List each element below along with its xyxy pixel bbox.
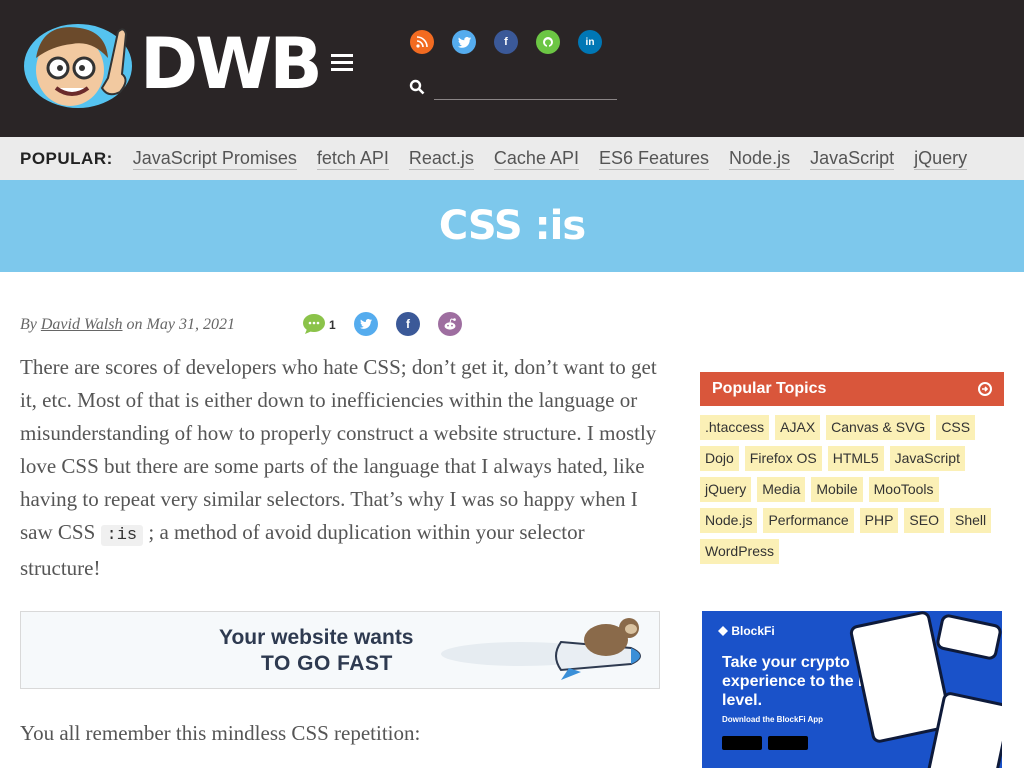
blockfi-subline: Download the BlockFi App [722,715,824,724]
share-reddit-icon[interactable] [438,312,462,336]
site-header: DWB f in [0,0,1024,137]
rss-icon[interactable] [410,30,434,54]
popular-link-javascript-promises[interactable]: JavaScript Promises [132,147,297,170]
byline-by: By [20,316,37,333]
byline: By David Walsh on May 31, 2021 [20,316,235,334]
popular-link-reactjs[interactable]: React.js [408,147,474,170]
search-input[interactable] [434,76,617,100]
tag-jquery[interactable]: jQuery [700,477,752,502]
popular-link-cache-api[interactable]: Cache API [493,147,579,170]
tag-php[interactable]: PHP [859,508,899,533]
publish-date: on May 31, 2021 [126,316,235,333]
search-icon[interactable] [409,79,425,95]
share-twitter-icon[interactable] [354,312,378,336]
popular-link-javascript[interactable]: JavaScript [810,147,895,170]
blockfi-ad[interactable]: BlockFi Take your crypto experience to t… [702,611,1002,768]
blockfi-logo-icon [718,626,728,636]
tag-media[interactable]: Media [757,477,806,502]
tag-dojo[interactable]: Dojo [700,446,739,471]
popular-link-jquery[interactable]: jQuery [914,147,968,170]
tag-mobile[interactable]: Mobile [811,477,863,502]
sloth-rocket-icon [441,618,641,680]
popular-link-fetch-api[interactable]: fetch API [316,147,389,170]
tag-nodejs[interactable]: Node.js [700,508,758,533]
page-title: CSS :is [438,203,586,249]
tag-shell[interactable]: Shell [950,508,992,533]
linkedin-icon[interactable]: in [578,30,602,54]
tag-mootools[interactable]: MooTools [868,477,939,502]
share-facebook-icon[interactable]: f [396,312,420,336]
tag-canvas-svg[interactable]: Canvas & SVG [826,415,931,440]
logo-mascot-icon[interactable] [22,18,134,110]
popular-topics-header[interactable]: Popular Topics [700,372,1004,406]
inline-code: :is [100,525,144,546]
app-store-badge-icon[interactable] [722,736,762,750]
tag-javascript[interactable]: JavaScript [889,446,965,471]
facebook-icon[interactable]: f [494,30,518,54]
site-logo[interactable]: DWB [140,24,323,104]
hamburger-menu-icon[interactable] [331,54,353,72]
google-play-badge-icon[interactable] [768,736,808,750]
ad-headline: Your website wants [219,626,414,649]
popular-link-es6-features[interactable]: ES6 Features [598,147,710,170]
article-paragraph: There are scores of developers who hate … [20,351,660,585]
comment-count[interactable]: 1 [329,318,336,332]
blockfi-brand: BlockFi [718,624,775,638]
topic-tags: .htaccess AJAX Canvas & SVG CSS Dojo Fir… [700,415,1004,570]
popular-bar: POPULAR: JavaScript Promises fetch API R… [0,137,1024,180]
tag-wordpress[interactable]: WordPress [700,539,779,564]
article-paragraph-2: You all remember this mindless CSS repet… [20,721,421,745]
tag-htaccess[interactable]: .htaccess [700,415,770,440]
ad-banner[interactable]: Your website wants TO GO FAST [20,611,660,689]
tag-ajax[interactable]: AJAX [775,415,821,440]
tag-firefox-os[interactable]: Firefox OS [744,446,822,471]
popular-link-nodejs[interactable]: Node.js [729,147,791,170]
tag-css[interactable]: CSS [936,415,976,440]
popular-label: POPULAR: [20,148,113,168]
ad-subheadline: TO GO FAST [261,652,393,675]
title-band: CSS :is [0,180,1024,272]
tag-seo[interactable]: SEO [904,508,944,533]
github-icon[interactable] [536,30,560,54]
article-text-1: There are scores of developers who hate … [20,355,657,544]
arrow-right-icon[interactable] [978,382,992,396]
author-link[interactable]: David Walsh [41,316,123,333]
tag-performance[interactable]: Performance [763,508,854,533]
comment-icon[interactable] [302,313,326,335]
phone-image [934,612,1002,662]
popular-topics-title: Popular Topics [712,380,827,397]
tag-html5[interactable]: HTML5 [827,446,884,471]
twitter-icon[interactable] [452,30,476,54]
